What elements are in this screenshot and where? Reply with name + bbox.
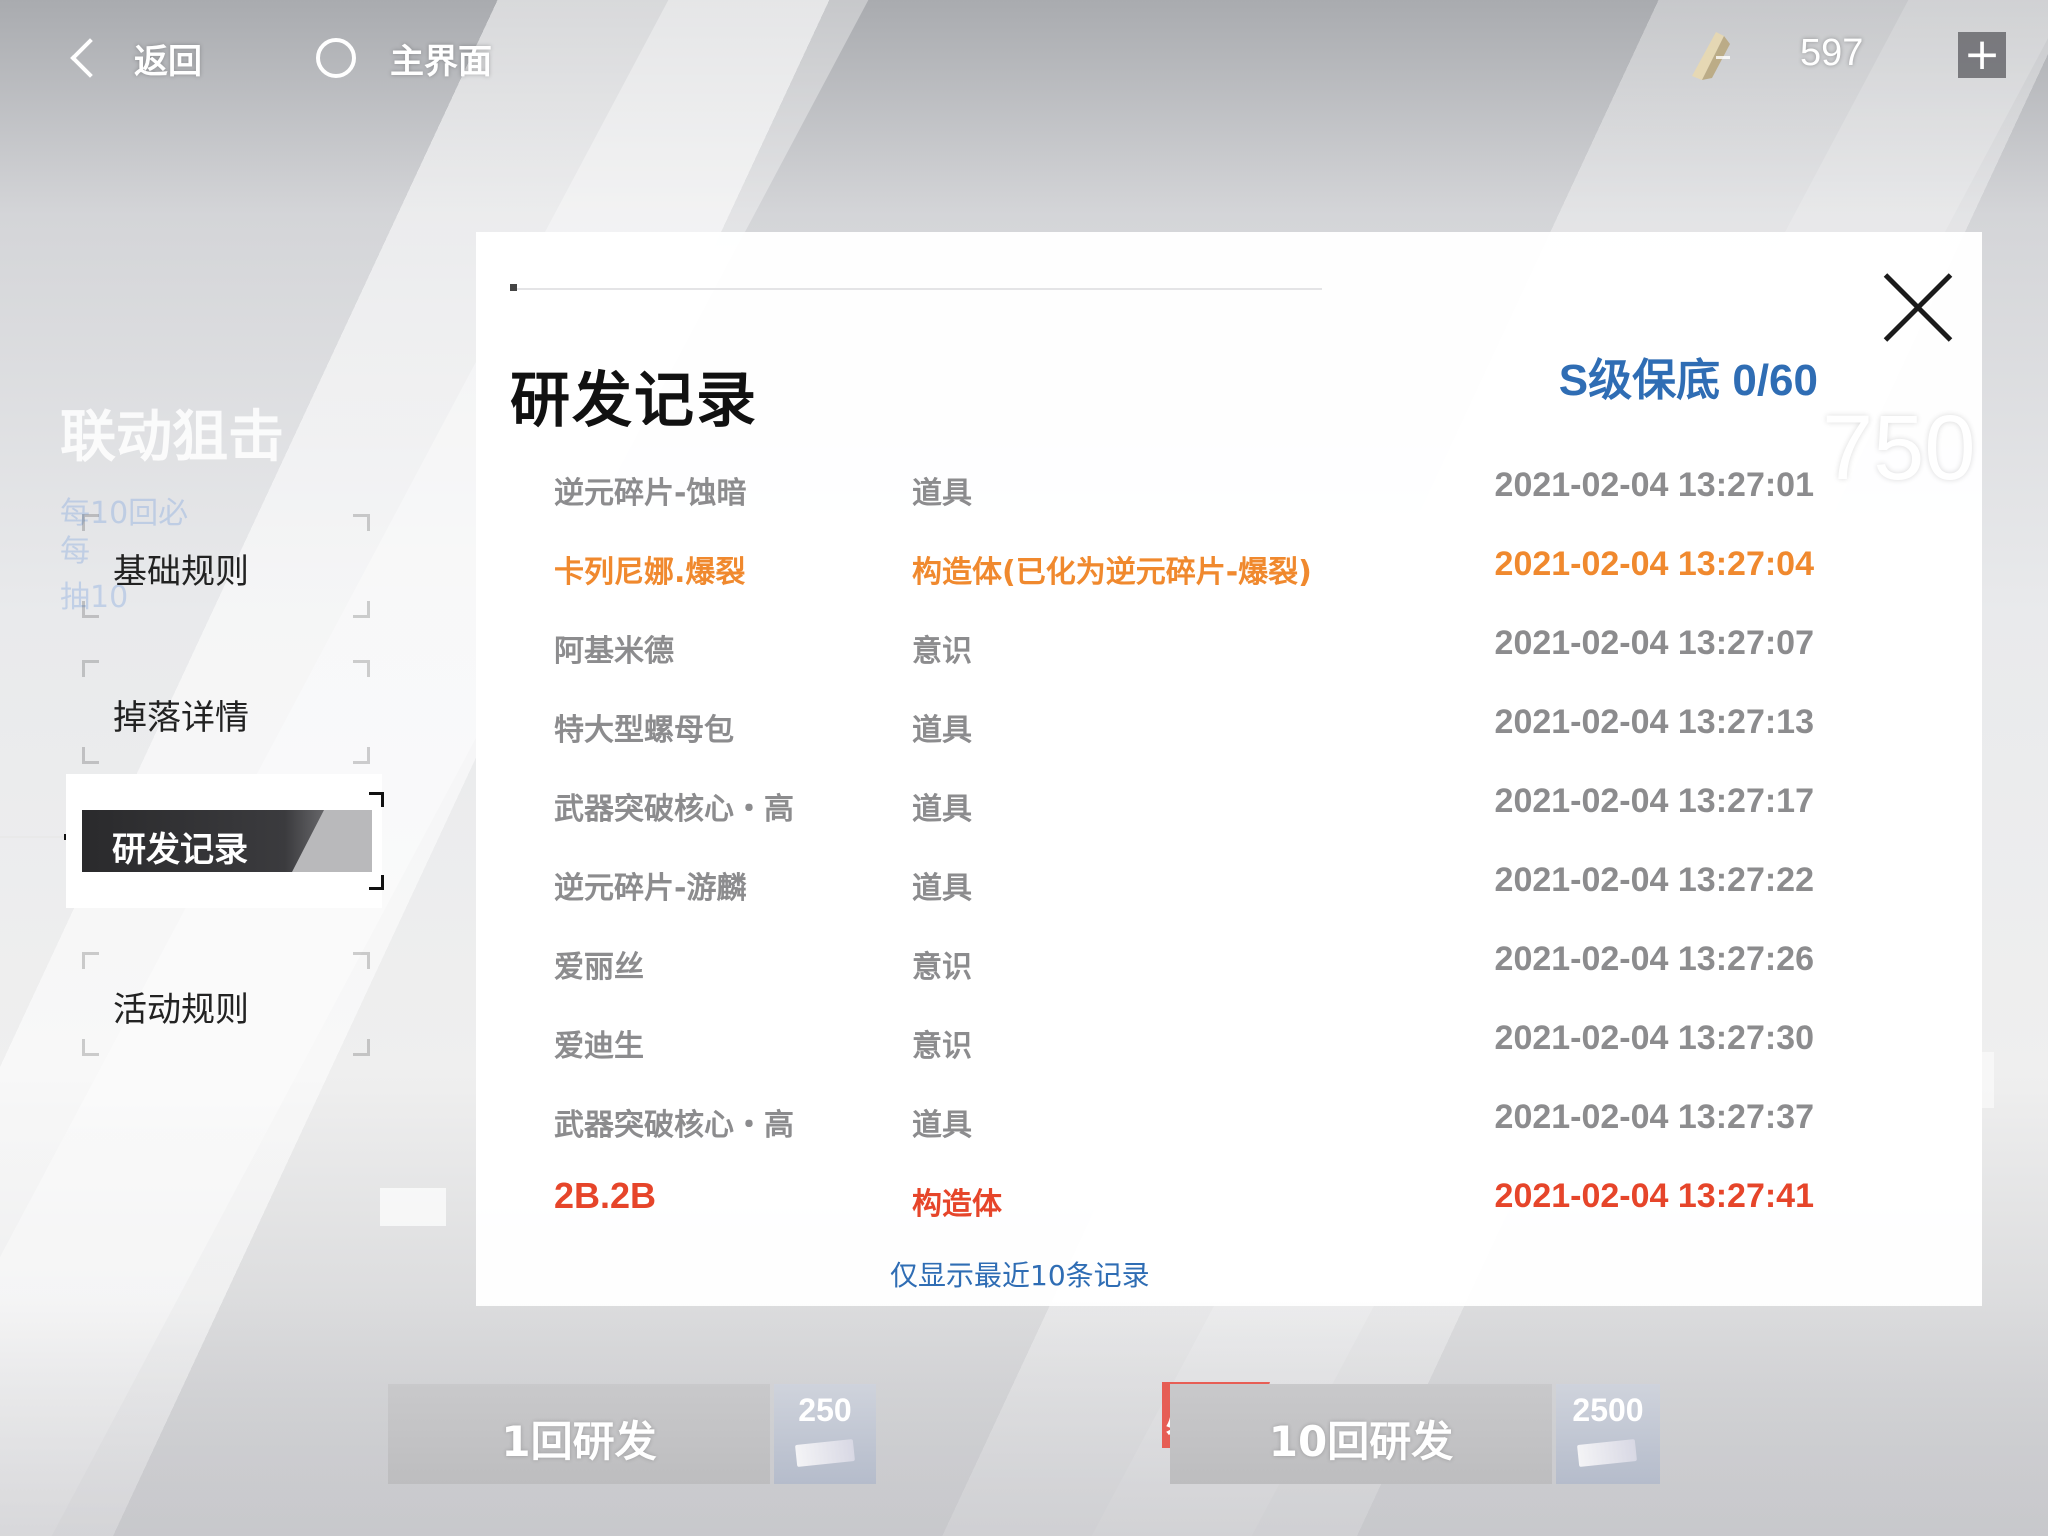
record-name: 武器突破核心・高 — [554, 792, 794, 827]
record-time: 2021-02-04 13:27:07 — [1494, 624, 1814, 662]
menu-item-basic-rules[interactable]: 基础规则 — [80, 514, 370, 618]
record-name: 爱丽丝 — [554, 950, 644, 985]
ten-draw-button[interactable]: 10回研发 — [1170, 1384, 1552, 1484]
record-time: 2021-02-04 13:27:13 — [1494, 703, 1814, 741]
record-row: 爱迪生 意识 2021-02-04 13:27:30 — [554, 1011, 1814, 1069]
record-row: 阿基米德 意识 2021-02-04 13:27:07 — [554, 616, 1814, 674]
record-name: 2B.2B — [554, 1175, 657, 1216]
cost-value: 250 — [798, 1392, 852, 1428]
home-circle-icon — [316, 38, 356, 78]
record-time: 2021-02-04 13:27:30 — [1494, 1019, 1814, 1057]
record-row: 武器突破核心・高 道具 2021-02-04 13:27:17 — [554, 774, 1814, 832]
menu-item-label: 掉落详情 — [113, 698, 249, 738]
record-time: 2021-02-04 13:27:17 — [1494, 782, 1814, 820]
menu-item-drop-details[interactable]: 掉落详情 — [80, 660, 370, 764]
panel-title: 研发记录 — [510, 366, 758, 436]
event-title: 联动狙击 — [60, 405, 284, 470]
record-time: 2021-02-04 13:27:01 — [1494, 466, 1814, 504]
close-icon[interactable] — [1878, 268, 1958, 348]
currency-value: 597 — [1800, 32, 1864, 74]
top-bar: 返回 主界面 597 + — [0, 0, 2048, 120]
corner-bracket — [82, 660, 99, 677]
back-button[interactable]: 返回 — [64, 30, 202, 86]
menu-item-records[interactable]: 研发记录 — [66, 774, 384, 908]
record-row: 爱丽丝 意识 2021-02-04 13:27:26 — [554, 932, 1814, 990]
record-time: 2021-02-04 13:27:04 — [1494, 545, 1814, 583]
menu-item-event-rules[interactable]: 活动规则 — [80, 952, 370, 1056]
single-draw-cost: 250 — [774, 1384, 876, 1484]
record-time: 2021-02-04 13:27:26 — [1494, 940, 1814, 978]
chevron-left-icon — [70, 38, 110, 78]
menu-item-label: 活动规则 — [113, 990, 249, 1030]
divider — [0, 836, 70, 838]
record-time: 2021-02-04 13:27:37 — [1494, 1098, 1814, 1136]
corner-bracket — [82, 952, 99, 969]
panel-divider — [510, 288, 1322, 290]
ten-draw-label: 10回研发 — [1268, 1417, 1454, 1466]
ticket-icon — [1577, 1439, 1637, 1467]
record-row: 武器突破核心・高 道具 2021-02-04 13:27:37 — [554, 1090, 1814, 1148]
ticket-icon — [795, 1439, 855, 1467]
record-row: 特大型螺母包 道具 2021-02-04 13:27:13 — [554, 695, 1814, 753]
record-type: 构造体(已化为逆元碎片-爆裂) — [912, 555, 1312, 590]
record-type: 道具 — [912, 871, 972, 906]
record-time: 2021-02-04 13:27:41 — [1494, 1177, 1814, 1215]
record-name: 特大型螺母包 — [554, 713, 734, 748]
menu-item-label: 基础规则 — [113, 552, 249, 592]
home-button[interactable]: 主界面 — [316, 30, 492, 86]
corner-bracket — [353, 601, 370, 618]
record-name: 逆元碎片-蚀暗 — [554, 476, 747, 511]
corner-bracket — [82, 514, 99, 531]
corner-bracket — [369, 875, 384, 890]
record-name: 逆元碎片-游麟 — [554, 871, 747, 906]
record-type: 构造体 — [912, 1187, 1002, 1222]
record-type: 意识 — [912, 1029, 972, 1064]
record-row: 2B.2B 构造体 2021-02-04 13:27:41 — [554, 1169, 1814, 1227]
record-name: 武器突破核心・高 — [554, 1108, 794, 1143]
record-type: 道具 — [912, 1108, 972, 1143]
corner-bracket — [353, 747, 370, 764]
corner-bracket — [353, 952, 370, 969]
back-label: 返回 — [134, 41, 202, 82]
records-note: 仅显示最近10条记录 — [890, 1259, 1150, 1292]
record-row: 逆元碎片-游麟 道具 2021-02-04 13:27:22 — [554, 853, 1814, 911]
record-type: 道具 — [912, 792, 972, 827]
corner-bracket — [353, 1039, 370, 1056]
home-label: 主界面 — [390, 41, 492, 82]
single-draw-button[interactable]: 1回研发 — [388, 1384, 770, 1484]
record-type: 道具 — [912, 476, 972, 511]
corner-bracket — [353, 514, 370, 531]
record-name: 阿基米德 — [554, 634, 674, 669]
add-currency-button[interactable]: + — [1958, 32, 2006, 78]
record-time: 2021-02-04 13:27:22 — [1494, 861, 1814, 899]
record-name: 卡列尼娜.爆裂 — [554, 555, 746, 590]
record-type: 意识 — [912, 634, 972, 669]
s-rank-guarantee-counter: S级保底 0/60 — [1558, 356, 1818, 405]
crystal-icon — [1682, 26, 1736, 82]
corner-bracket — [82, 1039, 99, 1056]
record-type: 道具 — [912, 713, 972, 748]
panel-dot — [510, 284, 517, 291]
corner-bracket — [82, 747, 99, 764]
bottom-fade — [0, 1300, 2048, 1536]
ten-draw-cost: 2500 — [1556, 1384, 1660, 1484]
corner-bracket — [353, 660, 370, 677]
ghost-panel — [380, 1188, 446, 1226]
background-number: 750 — [1822, 397, 1976, 499]
record-row: 逆元碎片-蚀暗 道具 2021-02-04 13:27:01 — [554, 458, 1814, 516]
corner-bracket — [369, 792, 384, 807]
corner-bracket — [82, 601, 99, 618]
record-name: 爱迪生 — [554, 1029, 644, 1064]
cost-value: 2500 — [1572, 1392, 1644, 1428]
menu-item-label: 研发记录 — [112, 830, 248, 870]
single-draw-label: 1回研发 — [501, 1417, 657, 1466]
record-type: 意识 — [912, 950, 972, 985]
record-row: 卡列尼娜.爆裂 构造体(已化为逆元碎片-爆裂) 2021-02-04 13:27… — [554, 537, 1814, 595]
